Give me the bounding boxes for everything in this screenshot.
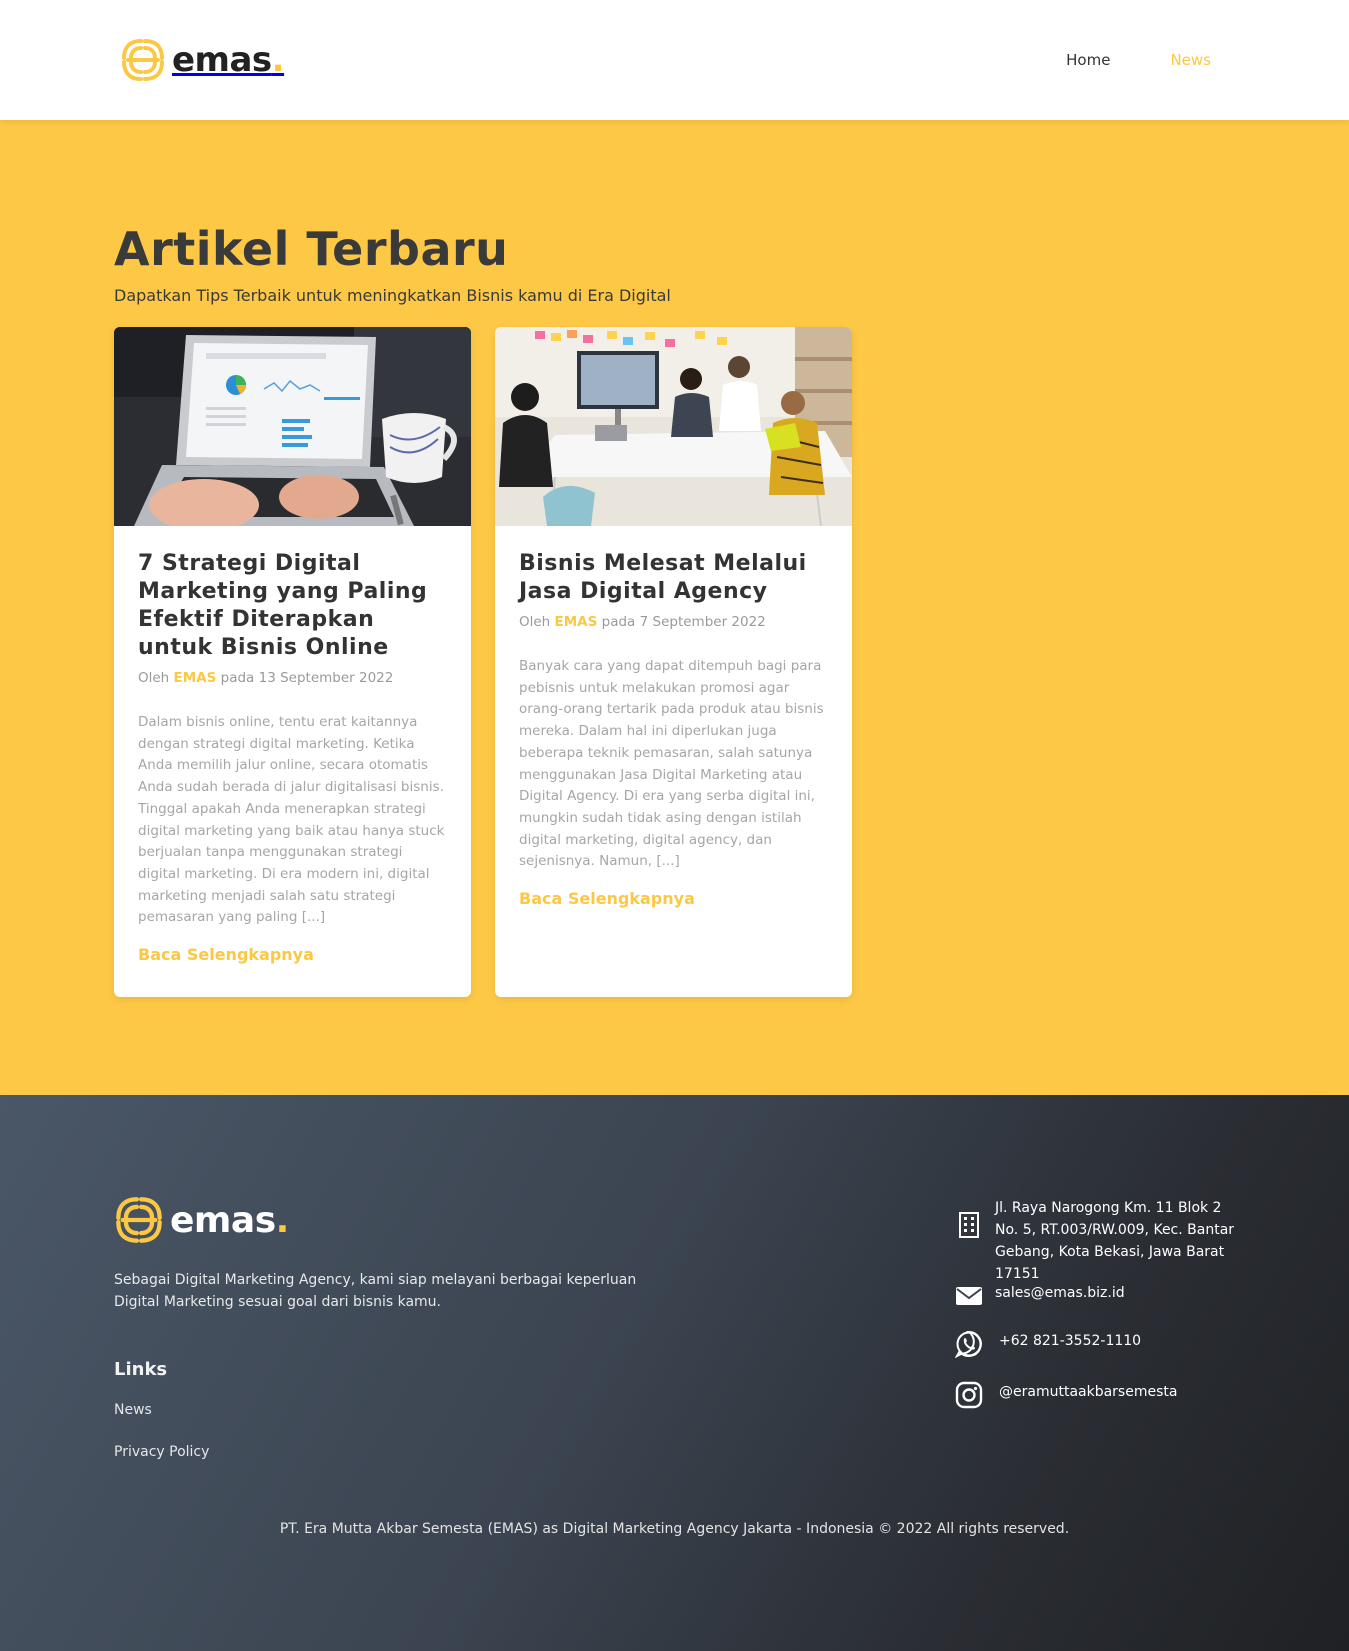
page-title: Artikel Terbaru	[114, 222, 509, 276]
nav-home[interactable]: Home	[1066, 51, 1110, 69]
read-more-link[interactable]: Baca Selengkapnya	[138, 945, 447, 964]
article-list: 7 Strategi Digital Marketing yang Paling…	[114, 327, 1235, 997]
footer-links-title: Links	[114, 1359, 168, 1380]
article-card: 7 Strategi Digital Marketing yang Paling…	[114, 327, 471, 997]
site-header: emas. Home News	[0, 0, 1349, 120]
contact-instagram-text[interactable]: @eramuttaakbarsemesta	[999, 1381, 1249, 1403]
article-meta: Oleh EMAS pada 13 September 2022	[138, 670, 394, 686]
nav-news[interactable]: News	[1170, 51, 1211, 69]
article-excerpt: Banyak cara yang dapat ditempuh bagi par…	[519, 658, 824, 870]
contact-whatsapp-text[interactable]: +62 821-3552-1110	[999, 1330, 1249, 1352]
site-footer: emas. Sebagai Digital Marketing Agency, …	[0, 1095, 1349, 1651]
read-more-link[interactable]: Baca Selengkapnya	[519, 889, 828, 908]
team-meeting-photo[interactable]	[495, 327, 852, 526]
emas-logo-icon	[116, 1197, 162, 1243]
contact-email-text[interactable]: sales@emas.biz.id	[995, 1282, 1245, 1304]
article-card-body: 7 Strategi Digital Marketing yang Paling…	[114, 526, 471, 990]
footer-about: Sebagai Digital Marketing Agency, kami s…	[114, 1272, 637, 1310]
instagram-icon	[955, 1381, 983, 1409]
article-author[interactable]: EMAS	[174, 670, 217, 686]
brand-name: emas.	[172, 40, 285, 80]
article-excerpt: Dalam bisnis online, tentu erat kaitanny…	[138, 714, 445, 926]
article-card: Bisnis Melesat Melalui Jasa Digital Agen…	[495, 327, 852, 997]
footer-link-privacy-policy[interactable]: Privacy Policy	[114, 1444, 209, 1460]
article-card-body: Bisnis Melesat Melalui Jasa Digital Agen…	[495, 526, 852, 934]
page-subtitle: Dapatkan Tips Terbaik untuk meningkatkan…	[114, 286, 671, 305]
articles-section: Artikel Terbaru Dapatkan Tips Terbaik un…	[0, 120, 1349, 1095]
whatsapp-icon	[955, 1330, 982, 1358]
main-nav: Home News	[1066, 51, 1211, 69]
contact-address-text: Jl. Raya Narogong Km. 11 Blok 2 No. 5, R…	[995, 1200, 1235, 1282]
contact-address: Jl. Raya Narogong Km. 11 Blok 2 No. 5, R…	[955, 1197, 1245, 1285]
contact-whatsapp[interactable]: +62 821-3552-1110	[955, 1330, 1249, 1358]
footer-link-news[interactable]: News	[114, 1402, 152, 1418]
article-title[interactable]: 7 Strategi Digital Marketing yang Paling…	[138, 550, 447, 662]
emas-logo-icon	[122, 39, 164, 81]
mail-icon	[956, 1287, 982, 1305]
laptop-analytics-photo[interactable]	[114, 327, 471, 526]
brand-logo-link[interactable]: emas.	[120, 37, 285, 83]
article-meta: Oleh EMAS pada 7 September 2022	[519, 614, 766, 630]
article-title[interactable]: Bisnis Melesat Melalui Jasa Digital Agen…	[519, 550, 828, 606]
footer-brand-name: emas.	[170, 1199, 289, 1241]
contact-email[interactable]: sales@emas.biz.id	[955, 1282, 1245, 1310]
article-author[interactable]: EMAS	[555, 614, 598, 630]
footer-logo[interactable]: emas.	[114, 1195, 289, 1245]
copyright-text: PT. Era Mutta Akbar Semesta (EMAS) as Di…	[279, 1521, 1070, 1537]
contact-instagram[interactable]: @eramuttaakbarsemesta	[955, 1381, 1249, 1409]
building-icon	[959, 1212, 979, 1238]
